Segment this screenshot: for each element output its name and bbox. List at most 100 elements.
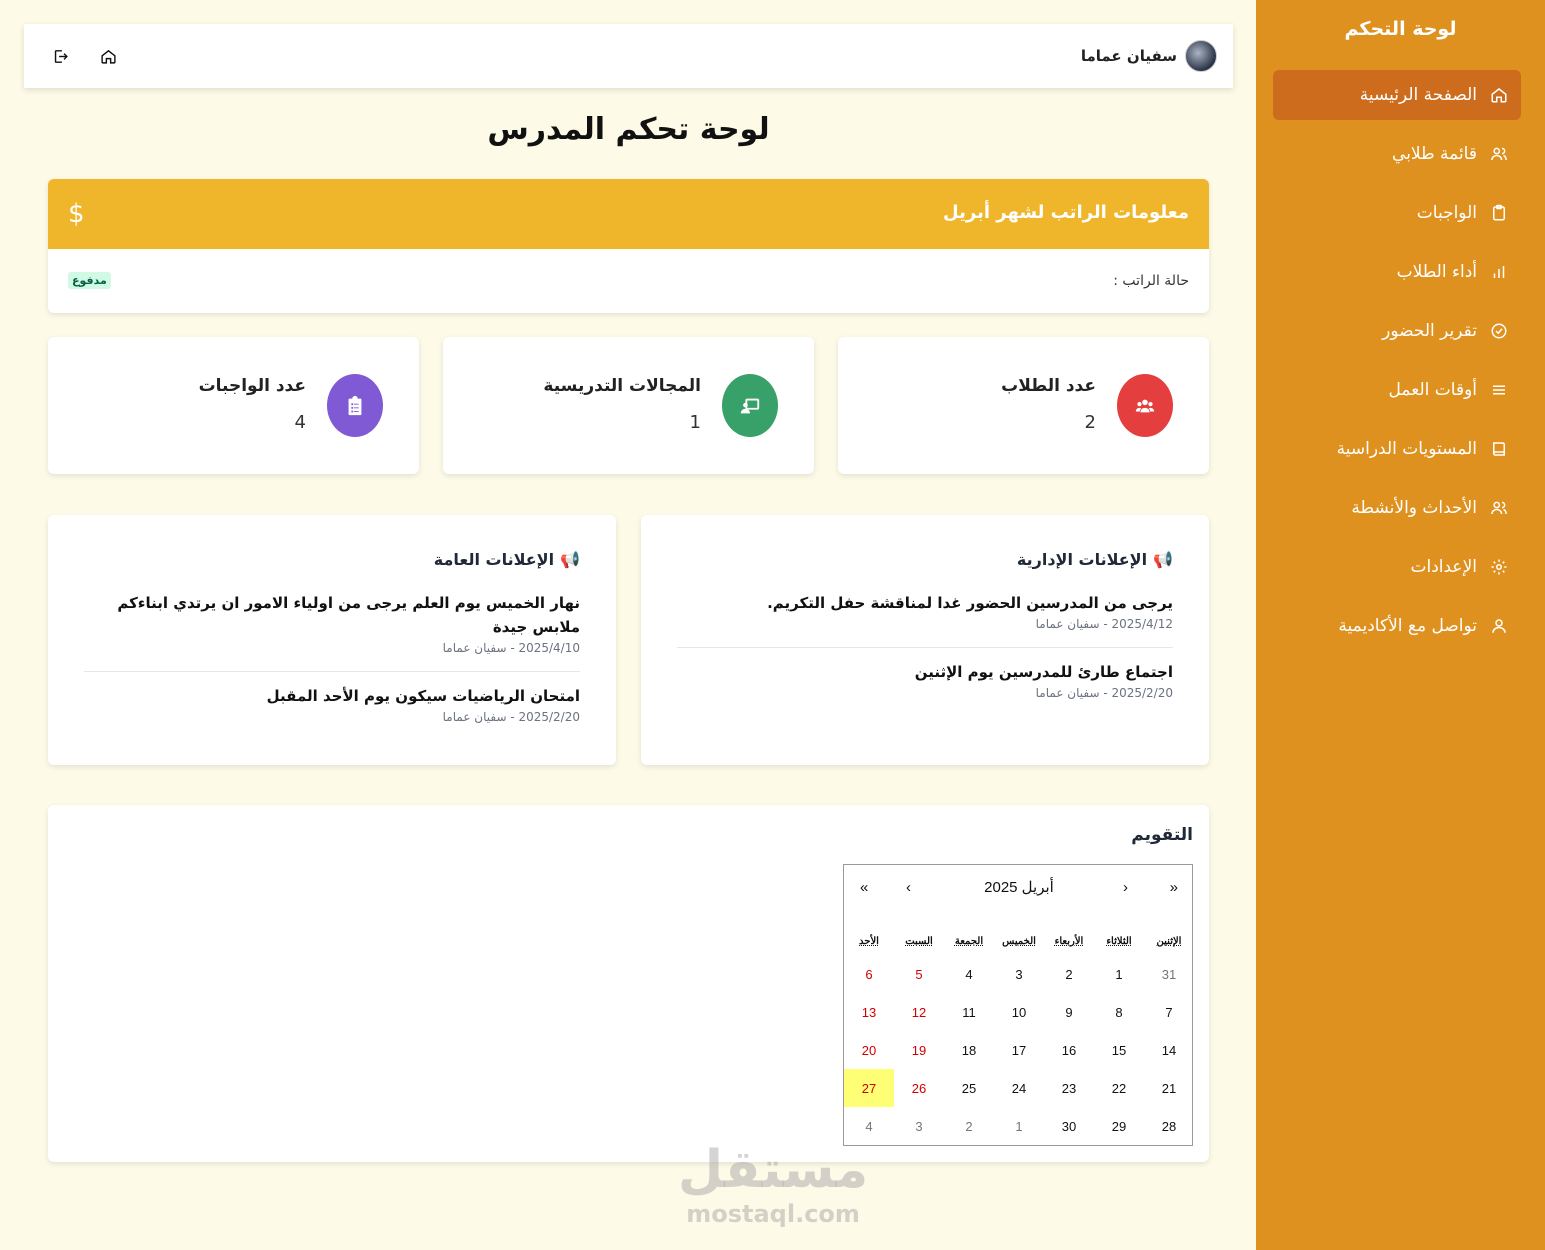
clipboard-icon: [1489, 203, 1509, 223]
announcement-item: امتحان الرياضيات سيكون يوم الأحد المقبل …: [84, 684, 580, 724]
stat-label: عدد الواجبات: [198, 376, 306, 396]
calendar-day[interactable]: 24: [994, 1069, 1044, 1107]
calendar-card: التقويم « ‹ أبريل 2025 › » الإثنين الثلاث…: [48, 805, 1209, 1162]
calendar-week: 28 29 30 1 2 3 4: [844, 1107, 1194, 1145]
calendar-day[interactable]: 28: [1144, 1107, 1194, 1145]
announcement-item: يرجى من المدرسين الحضور غدا لمناقشة حفل …: [677, 591, 1173, 631]
calendar-day[interactable]: 31: [1144, 955, 1194, 993]
calendar-day[interactable]: 3: [894, 1107, 944, 1145]
announcement-item: نهار الخميس يوم العلم يرجى من اولياء الا…: [84, 591, 580, 655]
section-title: الإعلانات العامة: [433, 550, 555, 569]
calendar-day[interactable]: 15: [1094, 1031, 1144, 1069]
page-title: لوحة تحكم المدرس: [487, 112, 770, 147]
stat-card-subjects: المجالات التدريسية 1: [443, 337, 814, 474]
calendar-week: 21 22 23 24 25 26 27: [844, 1069, 1194, 1107]
user-menu[interactable]: سفيان عماما: [1081, 40, 1217, 72]
watermark-latin: mostaql.com: [686, 1200, 860, 1228]
watermark-arabic: مستقل: [678, 1140, 869, 1200]
sidebar-item-label: الإعدادات: [1410, 557, 1477, 577]
calendar-day[interactable]: 7: [1144, 993, 1194, 1031]
calendar-day[interactable]: 11: [944, 993, 994, 1031]
calendar-day[interactable]: 22: [1094, 1069, 1144, 1107]
user-icon: [1489, 616, 1509, 636]
sidebar-item-settings[interactable]: الإعدادات: [1273, 542, 1521, 592]
sidebar-item-label: الأحداث والأنشطة: [1351, 498, 1477, 518]
sidebar-item-label: تقرير الحضور: [1382, 321, 1477, 341]
calendar-day[interactable]: 27: [844, 1069, 894, 1107]
calendar-title: التقويم: [1131, 825, 1193, 845]
calendar-day[interactable]: 4: [944, 955, 994, 993]
calendar-month-label[interactable]: أبريل 2025: [844, 878, 1194, 896]
stat-value: 4: [294, 412, 306, 433]
salary-title: معلومات الراتب لشهر أبريل: [943, 202, 1189, 223]
calendar-day[interactable]: 2: [944, 1107, 994, 1145]
home-icon[interactable]: [96, 44, 120, 68]
announcement-text: اجتماع طارئ للمدرسين يوم الإثنين: [914, 663, 1173, 681]
calendar-day[interactable]: 17: [994, 1031, 1044, 1069]
sidebar-item-label: الصفحة الرئيسية: [1359, 85, 1477, 105]
announcement-text: يرجى من المدرسين الحضور غدا لمناقشة حفل …: [767, 594, 1173, 612]
calendar-day[interactable]: 19: [894, 1031, 944, 1069]
calendar-day[interactable]: 8: [1094, 993, 1144, 1031]
calendar-week: 7 8 9 10 11 12 13: [844, 993, 1194, 1031]
announcement-item: اجتماع طارئ للمدرسين يوم الإثنين 2025/2/…: [677, 660, 1173, 700]
sidebar-item-attendance[interactable]: تقرير الحضور: [1273, 306, 1521, 356]
weekday-label: الأحد: [859, 935, 879, 947]
calendar-day[interactable]: 9: [1044, 993, 1094, 1031]
calendar-day[interactable]: 18: [944, 1031, 994, 1069]
logout-icon[interactable]: [48, 44, 72, 68]
sidebar-item-homework[interactable]: الواجبات: [1273, 188, 1521, 238]
salary-header: معلومات الراتب لشهر أبريل $: [48, 179, 1209, 249]
calendar-day[interactable]: 5: [894, 955, 944, 993]
sidebar: لوحة التحكم الصفحة الرئيسية قائمة طلابي …: [1256, 0, 1545, 1250]
calendar-day[interactable]: 29: [1094, 1107, 1144, 1145]
calendar-day[interactable]: 25: [944, 1069, 994, 1107]
calendar-day[interactable]: 21: [1144, 1069, 1194, 1107]
calendar-day[interactable]: 1: [1094, 955, 1144, 993]
clipboard-list-icon: [327, 374, 383, 437]
calendar-day[interactable]: 2: [1044, 955, 1094, 993]
weekday-row: الإثنين الثلاثاء الأربعاء الخميس الجمعة السبت…: [844, 927, 1194, 955]
stat-value: 1: [689, 412, 701, 433]
salary-card: معلومات الراتب لشهر أبريل $ حالة الراتب …: [48, 179, 1209, 313]
sidebar-item-levels[interactable]: المستويات الدراسية: [1273, 424, 1521, 474]
calendar-day[interactable]: 23: [1044, 1069, 1094, 1107]
bar-chart-icon: [1489, 262, 1509, 282]
next-month-button[interactable]: ›: [906, 879, 911, 896]
sidebar-item-label: الواجبات: [1416, 203, 1477, 223]
calendar-day[interactable]: 12: [894, 993, 944, 1031]
calendar-day[interactable]: 20: [844, 1031, 894, 1069]
calendar-day[interactable]: 14: [1144, 1031, 1194, 1069]
watermark: مستقل mostaql.com: [678, 1140, 868, 1228]
sidebar-item-events[interactable]: الأحداث والأنشطة: [1273, 483, 1521, 533]
sidebar-item-label: أوقات العمل: [1388, 380, 1477, 400]
sidebar-item-work-hours[interactable]: أوقات العمل: [1273, 365, 1521, 415]
sidebar-item-home[interactable]: الصفحة الرئيسية: [1273, 70, 1521, 120]
sidebar-item-students[interactable]: قائمة طلابي: [1273, 129, 1521, 179]
stat-card-students: عدد الطلاب 2: [838, 337, 1209, 474]
teacher-icon: [722, 374, 778, 437]
book-icon: [1489, 439, 1509, 459]
calendar-day[interactable]: 16: [1044, 1031, 1094, 1069]
calendar-day[interactable]: 26: [894, 1069, 944, 1107]
sidebar-item-performance[interactable]: أداء الطلاب: [1273, 247, 1521, 297]
calendar-day[interactable]: 13: [844, 993, 894, 1031]
stat-card-homework: عدد الواجبات 4: [48, 337, 419, 474]
calendar-day[interactable]: 6: [844, 955, 894, 993]
calendar-grid: الإثنين الثلاثاء الأربعاء الخميس الجمعة السبت…: [844, 927, 1194, 1145]
announcement-meta: 2025/2/20 - سفيان عماما: [442, 710, 580, 724]
announcement-text: نهار الخميس يوم العلم يرجى من اولياء الا…: [117, 594, 580, 636]
divider: [677, 647, 1173, 648]
sidebar-item-contact[interactable]: تواصل مع الأكاديمية: [1273, 601, 1521, 651]
announcement-meta: 2025/4/12 - سفيان عماما: [1035, 617, 1173, 631]
calendar-day[interactable]: 3: [994, 955, 1044, 993]
calendar-day[interactable]: 1: [994, 1107, 1044, 1145]
calendar-day[interactable]: 10: [994, 993, 1044, 1031]
divider: [84, 671, 580, 672]
next-year-button[interactable]: »: [860, 879, 868, 896]
weekday-label: الخميس: [1002, 935, 1036, 947]
megaphone-icon: 📢: [1153, 550, 1173, 569]
sidebar-item-label: أداء الطلاب: [1396, 262, 1477, 282]
megaphone-icon: 📢: [560, 550, 580, 569]
calendar-day[interactable]: 30: [1044, 1107, 1094, 1145]
